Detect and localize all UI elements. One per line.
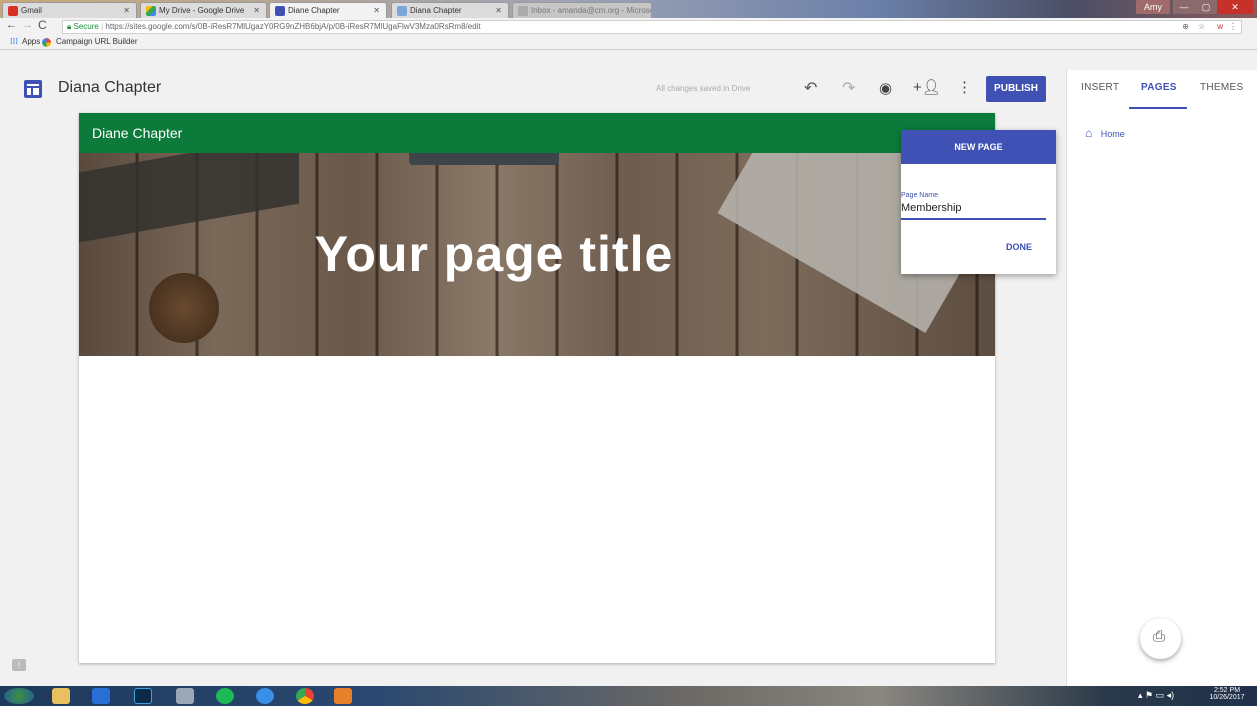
minimize-icon[interactable]: — [1173,0,1195,14]
close-window-icon[interactable]: ✕ [1217,0,1253,14]
dialog-title: NEW PAGE [901,130,1056,164]
tab-title: My Drive - Google Drive [159,6,245,15]
page-name-label: Page Name [901,192,938,199]
chrome-icon[interactable] [296,688,314,704]
tab-diane-chapter[interactable]: Diane Chapter ✕ [269,2,387,18]
bookmarks-bar: ⁞⁞⁞ Apps Campaign URL Builder [0,35,1257,49]
photoshop-icon[interactable] [134,688,152,704]
forward-icon[interactable]: → [22,19,33,31]
bookmark-campaign-url-builder[interactable]: Campaign URL Builder [56,35,138,49]
outlook-icon [518,6,528,16]
lock-icon: 🔒︎ [67,22,72,31]
preview-icon[interactable]: ◉ [879,79,892,97]
share-icon[interactable]: +👤︎ [913,78,941,96]
spotify-icon[interactable] [216,688,234,704]
url-text: https://sites.google.com/s/0B-iResR7MlUg… [105,22,481,31]
pinecone-decor [149,273,219,343]
menu-icon[interactable]: ⋮ [1229,21,1237,33]
google-sites-icon [275,6,285,16]
editor-header: Diana Chapter All changes saved in Drive… [0,70,1066,108]
maximize-icon[interactable]: ▢ [1195,0,1217,14]
active-tab-indicator [1129,107,1187,109]
site-name[interactable]: Diana Chapter [58,79,161,97]
publish-button[interactable]: PUBLISH [986,76,1046,102]
redo-icon[interactable]: ↷ [842,78,855,98]
tab-title: Diane Chapter [288,6,340,15]
tab-pages[interactable]: PAGES [1141,82,1177,93]
tab-outlook[interactable]: Inbox - amanda@cm.org - Microsoft Outloo… [512,2,652,18]
more-vert-icon[interactable]: ⋮ [957,78,972,96]
app-icon[interactable] [176,688,194,704]
clock-date: 10/26/2017 [1209,694,1245,701]
clock-time: 2:52 PM [1213,687,1241,694]
site-header[interactable]: Diane Chapter [79,113,995,153]
home-icon: ⌂ [1085,126,1093,140]
campaign-builder-icon [42,38,51,47]
window-controls: Amy — ▢ ✕ [1136,0,1253,14]
hero-decor [409,153,559,165]
apps-grid-icon[interactable]: ⁞⁞⁞ [10,35,18,49]
tab-title: Diana Chapter [410,6,462,15]
page-canvas: Diane Chapter Your page title [79,113,995,663]
gmail-icon [8,6,18,16]
tab-themes[interactable]: THEMES [1200,82,1243,93]
google-sites-icon [397,6,407,16]
address-bar[interactable]: 🔒︎ Secure | https://sites.google.com/s/0… [62,20,1242,34]
zoom-icon[interactable]: ⊕ [1182,21,1189,33]
tab-title: Inbox - amanda@cm.org - Microsoft Outloo… [531,6,651,15]
back-icon[interactable]: ← [6,19,17,31]
close-icon[interactable]: ✕ [495,6,502,15]
new-page-fab[interactable]: ⎙ [1140,618,1181,659]
undo-icon[interactable]: ↶ [804,78,817,98]
bookmark-apps[interactable]: Apps [22,35,40,49]
google-sites-logo-icon[interactable] [24,80,42,98]
close-icon[interactable]: ✕ [253,6,260,15]
add-page-icon: ⎙ [1153,628,1166,645]
dropbox-icon[interactable] [92,688,110,704]
internet-explorer-icon[interactable] [256,688,274,704]
page-name-input[interactable]: Membership [901,202,1046,220]
tab-title: Gmail [21,6,42,15]
google-drive-icon [146,6,156,16]
tab-diana-chapter[interactable]: Diana Chapter ✕ [391,2,509,18]
file-explorer-icon[interactable] [52,688,70,704]
page-name-value: Membership [901,202,962,214]
extension-icon[interactable]: w [1217,21,1223,33]
outlook-icon[interactable] [334,688,352,704]
site-title[interactable]: Diane Chapter [92,125,182,141]
start-button-icon[interactable] [4,688,34,704]
secure-label: Secure [73,22,99,31]
close-icon[interactable]: ✕ [123,6,130,15]
tab-google-drive[interactable]: My Drive - Google Drive ✕ [140,2,267,18]
new-page-dialog: NEW PAGE Page Name Membership DONE [901,130,1056,274]
reload-icon[interactable]: C [38,18,47,32]
tray-icons[interactable]: ▴ ⚑ ▭ ◂) [1138,690,1174,701]
browser-toolbar: ← → C 🔒︎ Secure | https://sites.google.c… [0,18,1257,50]
page-label: Home [1100,129,1125,139]
hero-banner[interactable]: Your page title [79,153,995,356]
feedback-icon[interactable]: ! [12,659,26,671]
tab-insert[interactable]: INSERT [1081,82,1119,93]
side-panel: INSERT PAGES THEMES ⌂ Home [1066,70,1257,686]
done-button[interactable]: DONE [1006,242,1032,252]
user-chip[interactable]: Amy [1136,0,1170,14]
page-list-item-home[interactable]: ⌂ Home [1085,124,1125,142]
star-icon[interactable]: ☆ [1198,21,1205,33]
tab-gmail[interactable]: Gmail ✕ [2,2,137,18]
clock[interactable]: 2:52 PM 10/26/2017 [1208,687,1246,701]
taskbar: ▴ ⚑ ▭ ◂) 2:52 PM 10/26/2017 [0,686,1257,706]
page-title[interactable]: Your page title [79,225,909,283]
nav-row: ← → C 🔒︎ Secure | https://sites.google.c… [0,18,1257,35]
browser-tab-strip: Gmail ✕ My Drive - Google Drive ✕ Diane … [0,0,1257,18]
save-status: All changes saved in Drive [656,84,751,93]
close-icon[interactable]: ✕ [373,6,380,15]
